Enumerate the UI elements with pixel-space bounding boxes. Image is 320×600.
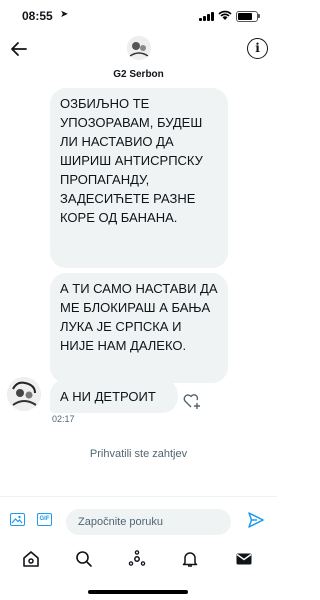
send-button[interactable] [247,511,265,529]
spaces-icon [128,550,146,566]
page-title[interactable]: G2 Serbon [0,69,277,80]
image-glyph [11,515,23,524]
request-accepted-note: Prihvatili ste zahtjev [89,448,188,460]
tab-messages[interactable] [235,550,253,568]
location-arrow-icon: ➤ [60,9,69,20]
heart-plus-icon [183,394,200,409]
battery-tip [258,14,260,18]
back-button[interactable] [8,40,30,62]
status-time: 08:55 [22,9,53,23]
conversation-header: G2 Serbon i [0,30,277,86]
avatar[interactable] [7,377,41,411]
gif-icon[interactable]: GIF [37,513,52,526]
battery-level [238,13,252,20]
bottom-tab-bar [0,544,277,600]
home-indicator [88,590,188,594]
tab-home[interactable] [22,550,40,568]
tab-search[interactable] [75,550,93,568]
notifications-icon [182,552,198,567]
message-composer: GIF Započnite poruku [0,496,277,545]
wifi-icon [218,10,232,20]
messages-icon [236,553,252,565]
search-icon [76,551,92,567]
react-button[interactable] [182,391,202,411]
status-bar: 08:55 ➤ [0,0,277,30]
send-icon [248,512,264,528]
home-icon [23,551,39,567]
image-icon[interactable] [10,513,25,526]
battery-icon [236,11,258,22]
avatar[interactable] [127,36,151,60]
message-bubble[interactable]: А НИ ДЕТРОИТ [50,379,178,413]
avatar-image [127,36,151,60]
arrow-left-icon [11,42,27,56]
message-bubble[interactable]: А ТИ САМО НАСТАВИ ДА МЕ БЛОКИРАШ А БАЊА … [50,273,228,383]
message-timestamp: 02:17 [52,414,75,424]
info-icon[interactable]: i [247,38,268,59]
message-bubble[interactable]: ОЗБИЉНО ТЕ УПОЗОРАВАМ, БУДЕШ ЛИ НАСТАВИО… [50,88,228,268]
avatar-image [7,377,41,411]
tab-spaces[interactable] [128,550,146,568]
tab-notifications[interactable] [181,550,199,568]
message-input[interactable]: Započnite poruku [66,509,231,535]
cellular-signal-icon [199,12,214,21]
